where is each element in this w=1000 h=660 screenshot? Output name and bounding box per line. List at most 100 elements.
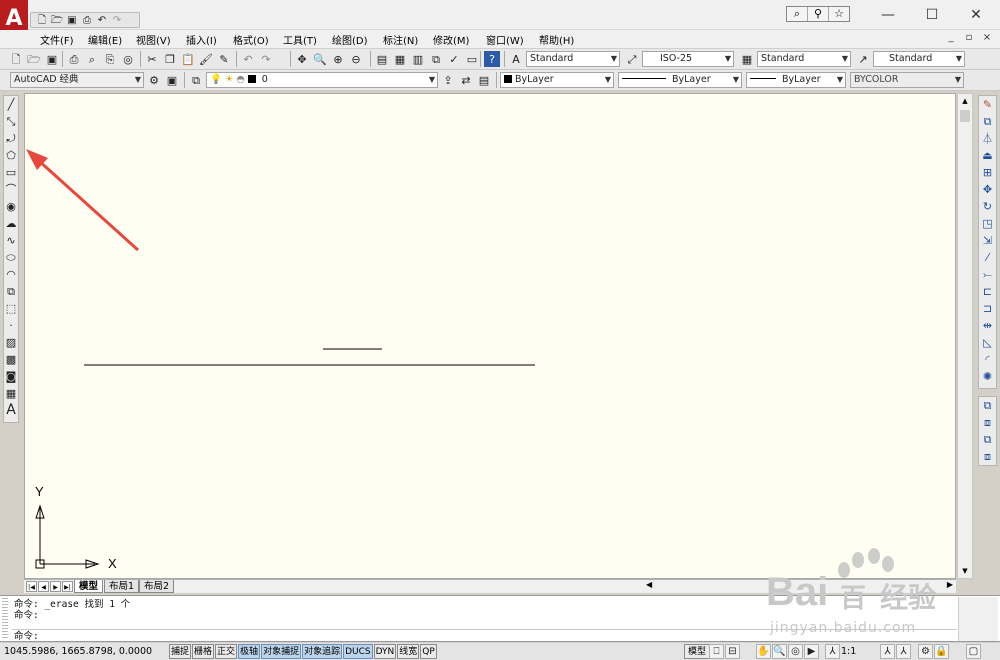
break-at-point-icon[interactable]: ⊏ xyxy=(979,283,996,300)
hatch-icon[interactable]: ▨ xyxy=(4,334,18,351)
menu-draw[interactable]: 绘图(D) xyxy=(332,32,368,47)
new-icon[interactable]: 🗋 xyxy=(35,14,49,27)
make-block-icon[interactable]: ⬚ xyxy=(4,300,18,317)
ellipse-icon[interactable]: ⬭ xyxy=(4,249,18,266)
zoom-icon[interactable]: 🔍 xyxy=(772,644,787,659)
break-icon[interactable]: ⊐ xyxy=(979,300,996,317)
polar-toggle[interactable]: 极轴 xyxy=(238,644,261,659)
otrack-toggle[interactable]: 对象追踪 xyxy=(302,644,343,659)
menu-window[interactable]: 窗口(W) xyxy=(486,32,524,47)
table-icon[interactable]: ▦ xyxy=(4,385,18,402)
color-select[interactable]: ByLayer ▼ xyxy=(500,72,614,88)
save-icon[interactable]: ▣ xyxy=(65,14,79,27)
layout-icon[interactable]: ⊟ xyxy=(725,644,740,659)
polygon-icon[interactable]: ⬠ xyxy=(4,147,18,164)
close-button[interactable]: ✕ xyxy=(954,4,998,26)
lock-icon[interactable]: 🔒 xyxy=(934,644,949,659)
explode-icon[interactable]: ✺ xyxy=(979,368,996,385)
menu-dimension[interactable]: 标注(N) xyxy=(383,32,418,47)
calculator-icon[interactable]: ▭ xyxy=(464,51,480,67)
help-icon[interactable]: ? xyxy=(484,51,500,67)
save-icon[interactable]: ▣ xyxy=(44,51,60,67)
multiline-text-icon[interactable]: A xyxy=(4,402,18,419)
annotation-visibility-icon[interactable]: ⅄ xyxy=(880,644,895,659)
ducs-toggle[interactable]: DUCS xyxy=(343,644,373,659)
make-current-layer-icon[interactable]: ⇪ xyxy=(440,72,456,88)
design-center-icon[interactable]: ▦ xyxy=(392,51,408,67)
steering-wheel-icon[interactable]: ◎ xyxy=(788,644,803,659)
sheet-set-icon[interactable]: ⧉ xyxy=(428,51,444,67)
paste-icon[interactable]: 📋 xyxy=(180,51,196,67)
lineweight-select[interactable]: ByLayer ▼ xyxy=(746,72,846,88)
mirror-icon[interactable]: ⏃ xyxy=(979,130,996,147)
first-layout-icon[interactable]: |◀ xyxy=(26,581,37,592)
zoom-previous-icon[interactable]: ⊖ xyxy=(348,51,364,67)
pan-icon[interactable]: ✋ xyxy=(756,644,771,659)
trim-icon[interactable]: ⁄ xyxy=(979,249,996,266)
rotate-icon[interactable]: ↻ xyxy=(979,198,996,215)
ortho-toggle[interactable]: 正交 xyxy=(215,644,238,659)
redo-icon[interactable]: ↷ xyxy=(110,14,124,27)
auto-scale-icon[interactable]: ⅄ xyxy=(896,644,911,659)
circle-icon[interactable]: ◉ xyxy=(4,198,18,215)
bring-above-icon[interactable]: ⧉ xyxy=(979,431,996,448)
offset-icon[interactable]: ⏏ xyxy=(979,147,996,164)
dim-style-select[interactable]: ISO-25 ▼ xyxy=(642,51,734,67)
workspace-settings-icon[interactable]: ⚙ xyxy=(146,72,162,88)
match-properties-icon[interactable]: 🖌 xyxy=(198,51,214,67)
command-window-grip[interactable] xyxy=(2,598,8,638)
stretch-icon[interactable]: ⇲ xyxy=(979,232,996,249)
annotation-scale[interactable]: 1:1 xyxy=(841,644,856,659)
command-scrollbar[interactable] xyxy=(958,597,998,641)
workspace-select[interactable]: AutoCAD 经典 ▼ xyxy=(10,72,144,88)
point-icon[interactable]: · xyxy=(4,317,18,334)
rectangle-icon[interactable]: ▭ xyxy=(4,164,18,181)
lineweight-toggle[interactable]: 线宽 xyxy=(397,644,420,659)
tab-model[interactable]: 模型 xyxy=(74,580,104,593)
favorites-icon[interactable]: ☆ xyxy=(829,7,849,21)
doc-close-button[interactable]: × xyxy=(980,32,994,46)
menu-tools[interactable]: 工具(T) xyxy=(283,32,317,47)
polyline-icon[interactable]: ⤾ xyxy=(4,130,18,147)
scale-icon[interactable]: ◳ xyxy=(979,215,996,232)
array-icon[interactable]: ⊞ xyxy=(979,164,996,181)
clean-screen-icon[interactable]: ▢ xyxy=(966,644,981,659)
scroll-thumb[interactable] xyxy=(960,110,970,122)
layer-states-icon[interactable]: ▤ xyxy=(476,72,492,88)
drawing-canvas[interactable]: Y X xyxy=(24,93,956,579)
scroll-down-icon[interactable]: ▼ xyxy=(958,564,972,578)
join-icon[interactable]: ⇹ xyxy=(979,317,996,334)
spline-icon[interactable]: ∿ xyxy=(4,232,18,249)
revision-cloud-icon[interactable]: ☁ xyxy=(4,215,18,232)
minimize-button[interactable]: — xyxy=(866,4,910,26)
vertical-scrollbar[interactable]: ▲ ▼ xyxy=(957,93,973,579)
plot-preview-icon[interactable]: ⌕ xyxy=(84,51,100,67)
gradient-icon[interactable]: ▩ xyxy=(4,351,18,368)
chamfer-icon[interactable]: ◺ xyxy=(979,334,996,351)
maximize-button[interactable]: ☐ xyxy=(910,4,954,26)
quick-properties-toggle[interactable]: QP xyxy=(420,644,437,659)
layer-properties-icon[interactable]: ⧉ xyxy=(188,72,204,88)
text-style-select[interactable]: Standard ▼ xyxy=(526,51,620,67)
last-layout-icon[interactable]: ▶| xyxy=(62,581,73,592)
print-icon[interactable]: ⎙ xyxy=(80,14,94,27)
model-space-button[interactable]: 模型 xyxy=(684,644,711,659)
menu-insert[interactable]: 插入(I) xyxy=(186,32,217,47)
pan-icon[interactable]: ✥ xyxy=(294,51,310,67)
cut-icon[interactable]: ✂ xyxy=(144,51,160,67)
menu-edit[interactable]: 编辑(E) xyxy=(88,32,122,47)
qnew-icon[interactable]: 🗋 xyxy=(8,51,24,67)
fillet-icon[interactable]: ◜ xyxy=(979,351,996,368)
extend-icon[interactable]: ⤚ xyxy=(979,266,996,283)
menu-format[interactable]: 格式(O) xyxy=(233,32,269,47)
next-layout-icon[interactable]: ▶ xyxy=(50,581,61,592)
zoom-window-icon[interactable]: ⊕ xyxy=(330,51,346,67)
layer-previous-icon[interactable]: ⇄ xyxy=(458,72,474,88)
properties-icon[interactable]: ▤ xyxy=(374,51,390,67)
dyn-toggle[interactable]: DYN xyxy=(373,644,397,659)
subscription-icon[interactable]: ⚲ xyxy=(808,7,829,21)
copy-icon[interactable]: ❐ xyxy=(162,51,178,67)
snap-toggle[interactable]: 捕捉 xyxy=(169,644,192,659)
search-icon[interactable]: ⌕ xyxy=(787,7,808,21)
menu-help[interactable]: 帮助(H) xyxy=(539,32,574,47)
